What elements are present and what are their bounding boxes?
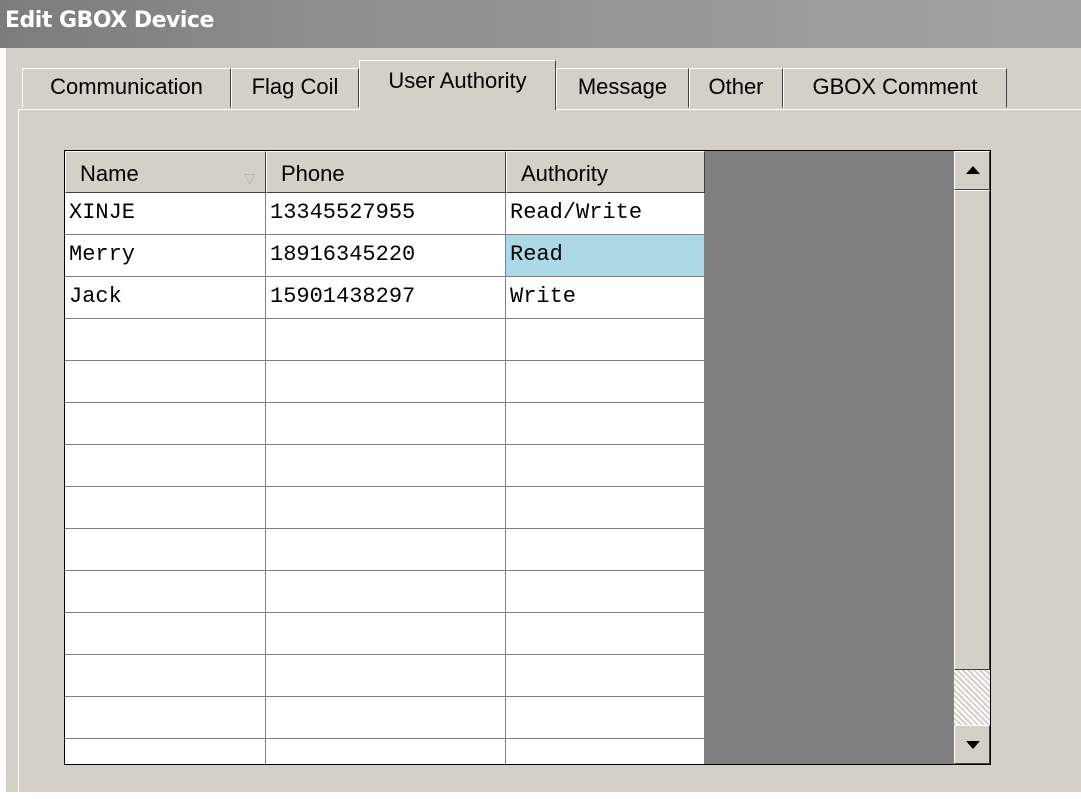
arrow-down-icon: [966, 741, 980, 749]
table-cell-name[interactable]: [65, 655, 266, 697]
arrow-up-icon: [966, 166, 980, 174]
table-cell-authority[interactable]: [506, 487, 705, 529]
title-bar: Edit GBOX Device: [0, 0, 1081, 48]
table-cell-authority[interactable]: [506, 403, 705, 445]
table-cell-name[interactable]: [65, 697, 266, 739]
table-cell-phone[interactable]: [266, 361, 506, 403]
vertical-scrollbar[interactable]: [954, 151, 990, 764]
table-cell-authority[interactable]: Read: [506, 235, 705, 277]
scroll-up-button[interactable]: [954, 151, 990, 190]
table-cell-phone[interactable]: [266, 487, 506, 529]
table-cell-authority[interactable]: [506, 613, 705, 655]
table-cell-phone[interactable]: 13345527955: [266, 193, 506, 235]
table-cell-authority[interactable]: Write: [506, 277, 705, 319]
window-title: Edit GBOX Device: [5, 8, 214, 33]
table-cell-authority[interactable]: [506, 697, 705, 739]
table-cell-name[interactable]: [65, 361, 266, 403]
table-cell-name[interactable]: [65, 529, 266, 571]
column-header-name[interactable]: Name ▽: [65, 151, 266, 193]
table-cell-phone[interactable]: [266, 655, 506, 697]
table-cell-authority[interactable]: [506, 361, 705, 403]
table-cell-phone[interactable]: [266, 445, 506, 487]
column-header-phone[interactable]: Phone: [266, 151, 506, 193]
tab-user-authority[interactable]: User Authority: [359, 60, 556, 110]
table-cell-authority[interactable]: [506, 445, 705, 487]
tab-gbox-comment[interactable]: GBOX Comment: [783, 68, 1007, 108]
table-cell-phone[interactable]: [266, 403, 506, 445]
table-cell-authority[interactable]: [506, 319, 705, 361]
tab-other[interactable]: Other: [689, 68, 783, 108]
table-cell-name[interactable]: [65, 571, 266, 613]
tab-message[interactable]: Message: [556, 68, 689, 108]
tab-communication[interactable]: Communication: [22, 68, 231, 108]
table-cell-authority[interactable]: [506, 571, 705, 613]
table-cell-authority[interactable]: [506, 739, 705, 764]
table-cell-phone[interactable]: 18916345220: [266, 235, 506, 277]
table-cell-name[interactable]: XINJE: [65, 193, 266, 235]
scroll-track[interactable]: [954, 670, 990, 725]
table-cell-name[interactable]: [65, 403, 266, 445]
table-cell-name[interactable]: Jack: [65, 277, 266, 319]
scroll-down-button[interactable]: [954, 725, 990, 764]
table-cell-name[interactable]: [65, 487, 266, 529]
user-authority-grid[interactable]: Name ▽ Phone Authority XINJE 13345527955 R…: [64, 150, 991, 765]
table-cell-phone[interactable]: [266, 697, 506, 739]
table-cell-authority[interactable]: [506, 655, 705, 697]
table-cell-phone[interactable]: [266, 739, 506, 764]
table-cell-phone[interactable]: [266, 319, 506, 361]
scroll-thumb[interactable]: [954, 190, 990, 670]
table-cell-authority[interactable]: [506, 529, 705, 571]
table-cell-name[interactable]: [65, 445, 266, 487]
table-cell-phone[interactable]: 15901438297: [266, 277, 506, 319]
table-cell-phone[interactable]: [266, 571, 506, 613]
table-cell-phone[interactable]: [266, 613, 506, 655]
table-cell-name[interactable]: [65, 613, 266, 655]
table-cell-phone[interactable]: [266, 529, 506, 571]
tab-flag-coil[interactable]: Flag Coil: [231, 68, 359, 108]
table-cell-authority[interactable]: Read/Write: [506, 193, 705, 235]
table-cell-name[interactable]: [65, 319, 266, 361]
table-cell-name[interactable]: [65, 739, 266, 764]
table-cell-name[interactable]: Merry: [65, 235, 266, 277]
column-header-authority[interactable]: Authority: [506, 151, 705, 193]
